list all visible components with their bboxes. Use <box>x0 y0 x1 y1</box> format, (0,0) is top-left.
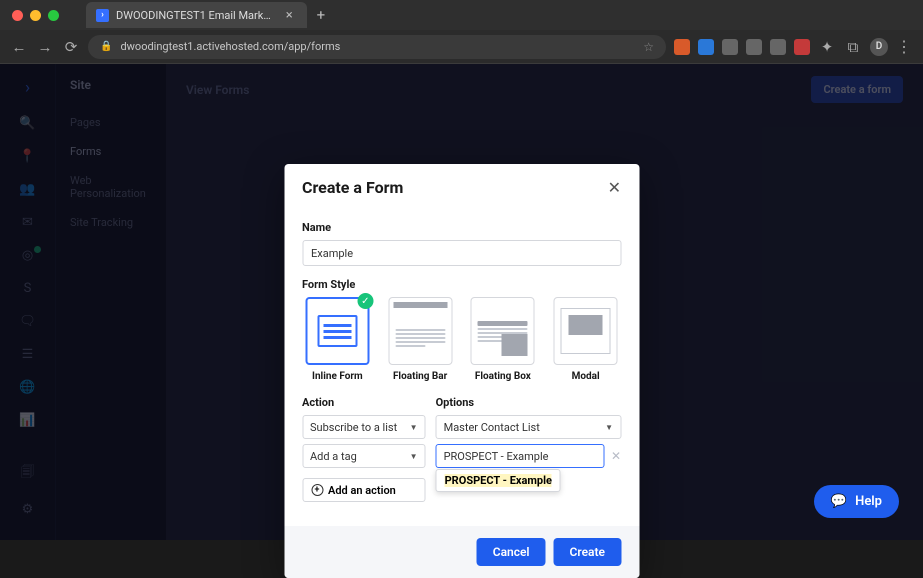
caret-down-icon: ▼ <box>605 423 613 432</box>
nav-reload-icon[interactable]: ⟳ <box>62 38 80 56</box>
browser-toolbar: ← → ⟳ 🔒 dwoodingtest1.activehosted.com/a… <box>0 30 923 64</box>
form-name-input[interactable] <box>302 240 621 266</box>
style-label: Inline Form <box>312 371 363 382</box>
extension-icon[interactable] <box>794 39 810 55</box>
extension-icon[interactable] <box>674 39 690 55</box>
bookmark-star-icon[interactable]: ☆ <box>643 40 654 54</box>
options-label: Options <box>436 396 621 409</box>
style-label: Floating Bar <box>393 371 447 382</box>
action-select-1[interactable]: Add a tag▼ <box>302 444 426 468</box>
url-bar[interactable]: 🔒 dwoodingtest1.activehosted.com/app/for… <box>88 35 666 59</box>
chat-icon: 💬 <box>831 494 847 509</box>
check-icon: ✓ <box>357 293 373 309</box>
style-option-floating-bar[interactable]: Floating Bar <box>385 297 456 382</box>
plus-icon: + <box>311 484 323 496</box>
caret-down-icon: ▼ <box>410 423 418 432</box>
extension-icon[interactable] <box>722 39 738 55</box>
window-minimize-dot[interactable] <box>30 10 41 21</box>
window-close-dot[interactable] <box>12 10 23 21</box>
tab-favicon-icon: › <box>96 9 109 22</box>
extension-icon[interactable] <box>746 39 762 55</box>
tag-input[interactable]: PROSPECT - Example <box>436 444 605 468</box>
style-option-inline[interactable]: ✓ Inline Form <box>302 297 373 382</box>
cancel-button[interactable]: Cancel <box>477 538 546 566</box>
style-option-floating-box[interactable]: Floating Box <box>468 297 539 382</box>
action-select-0[interactable]: Subscribe to a list▼ <box>302 415 426 439</box>
help-label: Help <box>855 494 882 509</box>
extensions-menu-icon[interactable]: ✦ <box>818 38 836 56</box>
browser-menu-icon[interactable]: ⋮ <box>896 37 913 56</box>
window-titlebar: › DWOODINGTEST1 Email Mark… × + <box>0 0 923 30</box>
style-option-modal[interactable]: Modal <box>550 297 621 382</box>
create-button[interactable]: Create <box>554 538 621 566</box>
style-label: Modal <box>572 371 600 382</box>
app-root: › 🔍 📍 👥 ✉ ◎ S 🗨 ☰ 🌐 📊 🗐 ⚙ Site Pages For… <box>0 64 923 540</box>
browser-tab[interactable]: › DWOODINGTEST1 Email Mark… × <box>86 2 307 28</box>
modal-title: Create a Form <box>302 178 403 197</box>
create-form-modal: Create a Form ✕ Name Form Style ✓ Inline… <box>284 164 639 578</box>
new-tab-button[interactable]: + <box>317 6 326 24</box>
modal-close-icon[interactable]: ✕ <box>608 178 621 197</box>
name-label: Name <box>302 221 621 234</box>
options-select-0[interactable]: Master Contact List▼ <box>436 415 621 439</box>
help-button[interactable]: 💬 Help <box>814 485 899 518</box>
style-label: Floating Box <box>475 371 531 382</box>
lock-icon: 🔒 <box>100 41 112 52</box>
extension-tray: ✦ ⧉ D ⋮ <box>674 37 913 56</box>
extension-icon[interactable] <box>698 39 714 55</box>
url-text: dwoodingtest1.activehosted.com/app/forms <box>120 40 340 53</box>
nav-back-icon[interactable]: ← <box>10 38 28 56</box>
tab-title: DWOODINGTEST1 Email Mark… <box>116 9 271 22</box>
autocomplete-suggestion[interactable]: PROSPECT - Example <box>436 469 561 492</box>
extension-icon[interactable] <box>770 39 786 55</box>
add-action-button[interactable]: +Add an action <box>302 478 426 502</box>
action-label: Action <box>302 396 426 409</box>
tab-close-icon[interactable]: × <box>286 8 293 23</box>
window-maximize-dot[interactable] <box>48 10 59 21</box>
nav-forward-icon[interactable]: → <box>36 38 54 56</box>
caret-down-icon: ▼ <box>410 452 418 461</box>
profile-avatar[interactable]: D <box>870 38 888 56</box>
form-style-label: Form Style <box>302 278 621 291</box>
clear-icon[interactable]: ✕ <box>611 449 621 463</box>
downloads-icon[interactable]: ⧉ <box>844 38 862 56</box>
